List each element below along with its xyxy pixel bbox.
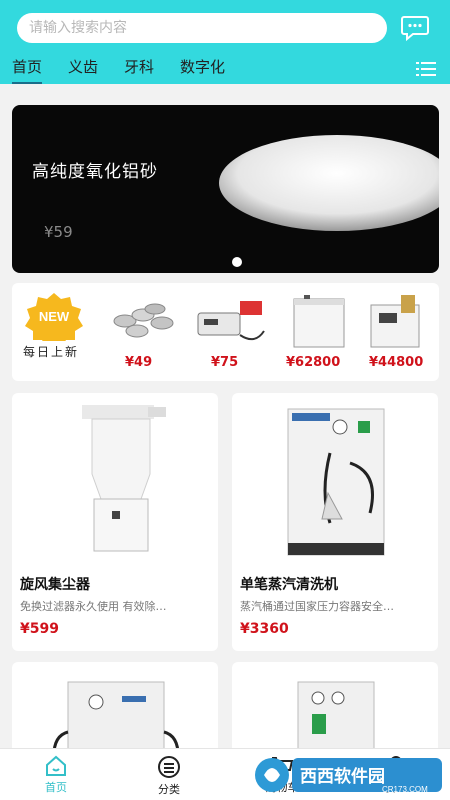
- svg-text:NEW: NEW: [39, 309, 70, 324]
- cyclone-collector-image: [82, 405, 166, 552]
- product-card[interactable]: 旋风集尘器 免换过滤器永久使用 有效除… ¥599: [12, 393, 218, 651]
- tabbar-label: 首页: [45, 781, 67, 794]
- product-title: 单笔蒸汽清洗机: [240, 577, 338, 593]
- product-price: ¥62800: [286, 355, 341, 370]
- oven-product-image[interactable]: [280, 291, 358, 351]
- search-input[interactable]: 请输入搜索内容: [17, 13, 387, 43]
- home-icon: [46, 755, 66, 776]
- tabbar-home[interactable]: 首页: [26, 755, 86, 795]
- product-card[interactable]: 单笔蒸汽清洗机 蒸汽桶通过国家压力容器安全… ¥3360: [232, 393, 438, 651]
- site-watermark-logo: 西西软件园 CR173.COM: [255, 758, 442, 794]
- category-tabs: 首页 义齿 牙科 数字化: [12, 56, 251, 84]
- steam-cleaner-image: [287, 408, 385, 556]
- message-icon[interactable]: [400, 12, 430, 42]
- machine-product-image: [52, 681, 180, 762]
- product-card[interactable]: [12, 662, 218, 762]
- tabbar-label: 分类: [158, 783, 180, 796]
- new-badge-icon: NEW: [25, 293, 83, 341]
- menu-list-icon[interactable]: [416, 61, 436, 77]
- product-title: 旋风集尘器: [20, 577, 90, 593]
- tabbar-category[interactable]: 分类: [139, 755, 199, 797]
- product-description: 免换过滤器永久使用 有效除…: [20, 600, 167, 613]
- alumina-sand-image: [219, 135, 439, 231]
- product-price: ¥49: [125, 355, 153, 370]
- coins-product-image[interactable]: [107, 291, 185, 351]
- svg-text:CR173.COM: CR173.COM: [382, 785, 428, 794]
- new-arrivals-caption: 每日上新: [23, 345, 80, 359]
- machine-product-image: [297, 681, 375, 753]
- product-price: ¥44800: [369, 355, 424, 370]
- product-card[interactable]: [232, 662, 438, 762]
- scanner-product-image[interactable]: [357, 291, 435, 351]
- banner-title: 高纯度氧化铝砂: [32, 162, 158, 182]
- promo-banner[interactable]: 高纯度氧化铝砂 ¥59: [12, 105, 439, 273]
- product-description: 蒸汽桶通过国家压力容器安全…: [240, 600, 394, 613]
- new-arrivals-strip[interactable]: NEW 每日上新 ¥49 ¥75 ¥62800 ¥44800: [12, 283, 439, 381]
- tab-dental[interactable]: 牙科: [124, 56, 154, 81]
- micromotor-product-image[interactable]: [190, 291, 268, 351]
- tab-denture[interactable]: 义齿: [68, 56, 98, 81]
- tab-home[interactable]: 首页: [12, 56, 43, 84]
- carousel-indicator[interactable]: [232, 257, 242, 267]
- banner-price: ¥59: [44, 223, 73, 241]
- category-icon: [158, 756, 180, 778]
- product-price: ¥3360: [240, 621, 289, 637]
- svg-text:西西软件园: 西西软件园: [300, 766, 385, 787]
- tab-digital[interactable]: 数字化: [180, 56, 225, 81]
- top-header: 请输入搜索内容 首页 义齿 牙科 数字化: [0, 0, 450, 84]
- product-price: ¥599: [20, 621, 59, 637]
- product-price: ¥75: [211, 355, 239, 370]
